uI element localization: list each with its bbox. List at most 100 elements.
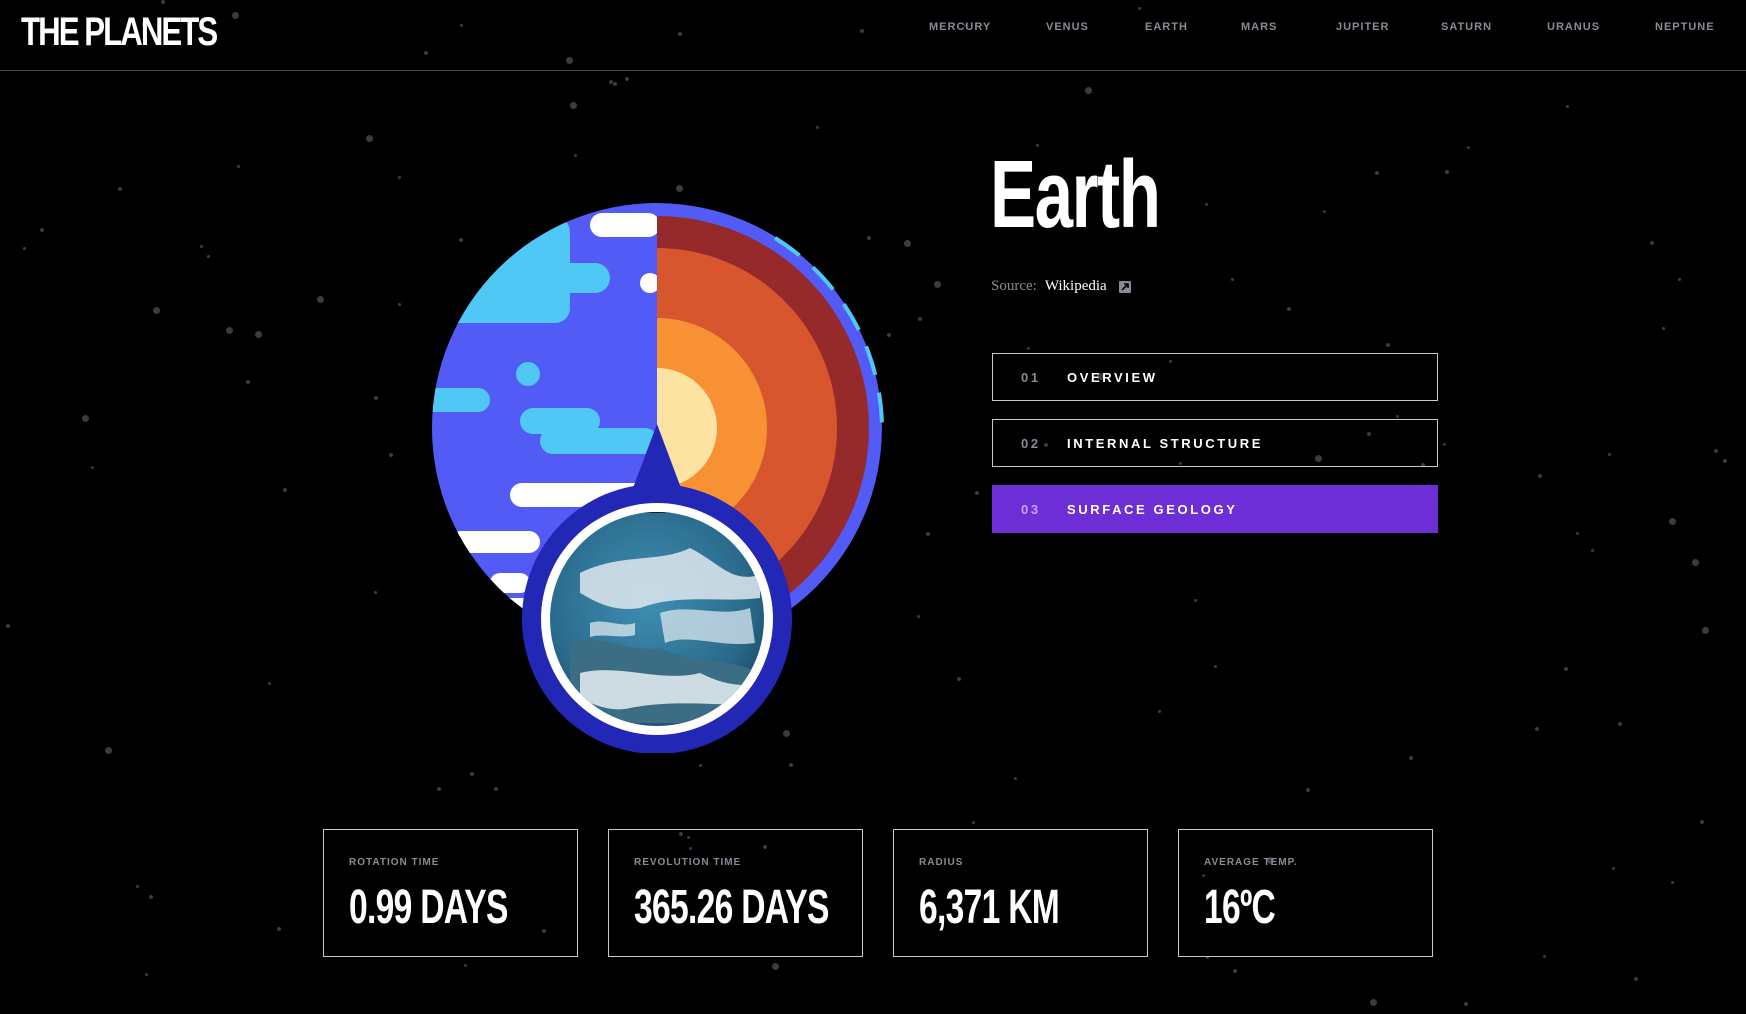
- star: [366, 135, 373, 142]
- nav-item-jupiter[interactable]: JUPITER: [1336, 21, 1389, 33]
- star: [1576, 532, 1579, 535]
- stat-rotation-time: ROTATION TIME 0.99 DAYS: [323, 829, 578, 957]
- star: [6, 624, 10, 628]
- star: [255, 331, 262, 338]
- stat-value: 365.26 DAYS: [634, 881, 829, 934]
- tab-overview[interactable]: 01 OVERVIEW: [992, 353, 1438, 401]
- star: [389, 453, 393, 457]
- nav-item-uranus[interactable]: URANUS: [1547, 21, 1600, 33]
- star: [268, 682, 271, 685]
- tab-label: SURFACE GEOLOGY: [1067, 501, 1238, 517]
- star: [1085, 87, 1092, 94]
- star: [1409, 756, 1413, 760]
- star: [200, 245, 203, 248]
- site-header: THE PLANETS MERCURY VENUS EARTH MARS JUP…: [0, 0, 1746, 71]
- stat-revolution-time: REVOLUTION TIME 365.26 DAYS: [608, 829, 863, 957]
- nav-item-saturn[interactable]: SATURN: [1441, 21, 1492, 33]
- star: [1287, 307, 1291, 311]
- star: [574, 154, 577, 157]
- star: [118, 187, 122, 191]
- star: [1205, 203, 1208, 206]
- star: [772, 963, 779, 970]
- stat-label: AVERAGE TEMP.: [1204, 857, 1298, 868]
- site-logo[interactable]: THE PLANETS: [21, 9, 218, 55]
- star: [1671, 881, 1674, 884]
- stat-label: RADIUS: [919, 857, 964, 868]
- star: [1650, 241, 1654, 245]
- star: [1194, 599, 1197, 602]
- star: [1608, 453, 1611, 456]
- star: [1306, 788, 1310, 792]
- nav-item-earth[interactable]: EARTH: [1145, 21, 1188, 33]
- star: [40, 228, 44, 232]
- star: [1566, 105, 1569, 108]
- tab-surface-geology[interactable]: 03 SURFACE GEOLOGY: [992, 485, 1438, 533]
- planet-title: Earth: [990, 141, 1161, 248]
- star: [398, 176, 401, 179]
- star: [1591, 549, 1594, 552]
- star: [1692, 559, 1699, 566]
- star: [1678, 278, 1681, 281]
- tab-number: 01: [1021, 369, 1041, 385]
- star: [136, 885, 139, 888]
- star: [1231, 278, 1234, 281]
- tab-label: OVERVIEW: [1067, 369, 1158, 385]
- star: [1445, 170, 1449, 174]
- star: [437, 787, 441, 791]
- tab-number: 02: [1021, 435, 1041, 451]
- planet-illustration: [430, 203, 884, 754]
- nav-item-mars[interactable]: MARS: [1241, 21, 1277, 33]
- star: [1702, 627, 1709, 634]
- star: [1618, 722, 1622, 726]
- stat-value: 16ºC: [1204, 881, 1276, 934]
- star: [226, 327, 233, 334]
- star: [1723, 459, 1727, 463]
- nav-item-venus[interactable]: VENUS: [1046, 21, 1089, 33]
- nav-item-mercury[interactable]: MERCURY: [929, 21, 991, 33]
- tab-number: 03: [1021, 501, 1041, 517]
- star: [699, 764, 702, 767]
- tab-internal-structure[interactable]: 02 INTERNAL STRUCTURE: [992, 419, 1438, 467]
- star: [1323, 210, 1326, 213]
- earth-internal-structure-image: [432, 203, 884, 754]
- star: [1370, 999, 1377, 1006]
- star: [153, 307, 160, 314]
- star: [887, 333, 891, 337]
- star: [1538, 474, 1542, 478]
- star: [398, 303, 401, 306]
- star: [1158, 710, 1161, 713]
- star: [145, 973, 148, 976]
- star: [464, 964, 467, 967]
- star: [926, 532, 930, 536]
- star: [1467, 146, 1470, 149]
- star: [246, 380, 250, 384]
- star: [570, 102, 577, 109]
- star: [1214, 665, 1217, 668]
- nav-item-neptune[interactable]: NEPTUNE: [1655, 21, 1715, 33]
- star: [1233, 969, 1237, 973]
- star: [1634, 977, 1638, 981]
- star: [1543, 955, 1546, 958]
- star: [918, 317, 922, 321]
- star: [613, 82, 617, 86]
- source-line: Source: Wikipedia: [991, 278, 1131, 295]
- source-link[interactable]: Wikipedia: [1045, 278, 1107, 295]
- star: [283, 488, 287, 492]
- star: [1014, 777, 1017, 780]
- star: [1535, 727, 1539, 731]
- star: [904, 240, 911, 247]
- star: [1396, 415, 1399, 418]
- stat-average-temp: AVERAGE TEMP. 16ºC: [1178, 829, 1433, 957]
- star: [1669, 518, 1676, 525]
- star: [676, 185, 683, 192]
- star: [470, 772, 474, 776]
- star: [207, 255, 210, 258]
- external-link-icon[interactable]: [1118, 280, 1131, 293]
- star: [934, 281, 941, 288]
- star: [957, 677, 961, 681]
- source-label: Source:: [991, 278, 1037, 294]
- star: [816, 126, 819, 129]
- star: [91, 466, 94, 469]
- star: [237, 165, 240, 168]
- star: [625, 77, 629, 81]
